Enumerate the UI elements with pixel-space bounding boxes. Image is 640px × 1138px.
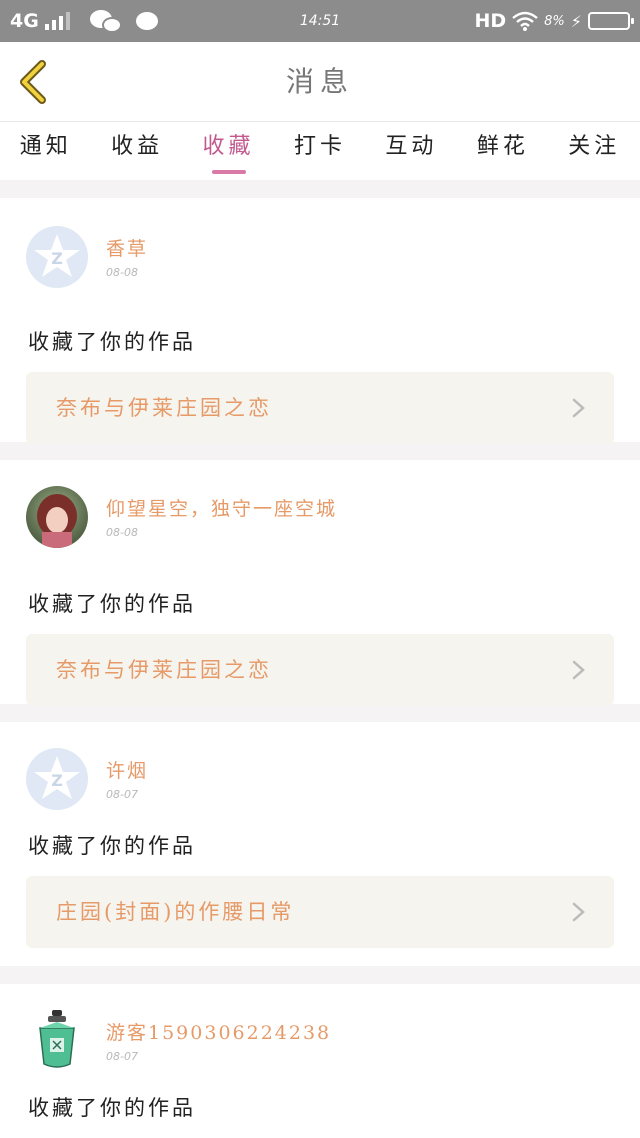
photo-avatar-icon <box>26 486 88 548</box>
work-link[interactable]: 庄园(封面)的作腰日常 <box>26 876 614 948</box>
notification-card: 游客15903062242​38 08-07 收藏了你的作品 <box>0 984 640 1138</box>
avatar[interactable]: Z <box>26 226 88 288</box>
tab-bar: 通知 收益 收藏 打卡 互动 鲜花 关注 <box>0 122 640 180</box>
status-bar: 4G 14:51 HD 8% ⚡ <box>0 0 640 42</box>
tab-flowers[interactable]: 鲜花 <box>457 122 548 180</box>
battery-percent: 8% <box>544 13 565 29</box>
action-text: 收藏了你的作品 <box>28 592 196 616</box>
page-title: 消息 <box>285 65 354 98</box>
svg-text:Z: Z <box>51 249 63 268</box>
timestamp: 08-07 <box>106 788 138 801</box>
avatar[interactable]: Z <box>26 748 88 810</box>
work-title: 奈布与伊莱庄园之恋 <box>56 396 272 420</box>
notification-card: Z 许烟 08-07 收藏了你的作品 庄园(封面)的作腰日常 <box>0 722 640 966</box>
timestamp: 08-07 <box>106 1050 138 1063</box>
charging-icon: ⚡ <box>570 11 582 31</box>
tab-interaction[interactable]: 互动 <box>366 122 457 180</box>
chevron-right-icon <box>572 398 585 418</box>
default-avatar-icon: Z <box>34 234 80 277</box>
work-link[interactable]: 奈布与伊莱庄园之恋 <box>26 372 614 444</box>
timestamp: 08-08 <box>106 266 138 279</box>
chevron-right-icon <box>572 902 585 922</box>
action-text: 收藏了你的作品 <box>28 1096 196 1120</box>
username[interactable]: 香草 <box>106 234 148 261</box>
tab-favorites[interactable]: 收藏 <box>183 122 274 180</box>
tab-earnings[interactable]: 收益 <box>91 122 182 180</box>
avatar[interactable] <box>26 486 88 548</box>
work-title: 奈布与伊莱庄园之恋 <box>56 658 272 682</box>
notification-list: Z 香草 08-08 收藏了你的作品 奈布与伊莱庄园之恋 仰望星空，独守一座空城… <box>0 180 640 1138</box>
username[interactable]: 游客15903062242​38 <box>106 1018 331 1045</box>
tab-notifications[interactable]: 通知 <box>0 122 91 180</box>
default-avatar-icon: Z <box>34 756 80 799</box>
tab-checkin[interactable]: 打卡 <box>274 122 365 180</box>
chevron-right-icon <box>572 660 585 680</box>
action-text: 收藏了你的作品 <box>28 330 196 354</box>
action-text: 收藏了你的作品 <box>28 834 196 858</box>
username[interactable]: 许烟 <box>106 756 148 783</box>
work-title: 庄园(封面)的作腰日常 <box>56 900 295 924</box>
notification-card: 仰望星空，独守一座空城 08-08 收藏了你的作品 奈布与伊莱庄园之恋 <box>0 460 640 706</box>
avatar[interactable] <box>26 1008 88 1070</box>
wifi-icon <box>512 11 538 31</box>
work-link[interactable]: 奈布与伊莱庄园之恋 <box>26 634 614 706</box>
potion-avatar-icon <box>39 1010 75 1068</box>
timestamp: 08-08 <box>106 526 138 539</box>
app-header: 消息 <box>0 42 640 122</box>
notification-card: Z 香草 08-08 收藏了你的作品 奈布与伊莱庄园之恋 <box>0 198 640 444</box>
hd-indicator: HD <box>474 10 507 32</box>
username[interactable]: 仰望星空，独守一座空城 <box>106 494 337 521</box>
tab-following[interactable]: 关注 <box>549 122 640 180</box>
svg-text:Z: Z <box>51 771 63 790</box>
battery-icon <box>588 12 634 30</box>
